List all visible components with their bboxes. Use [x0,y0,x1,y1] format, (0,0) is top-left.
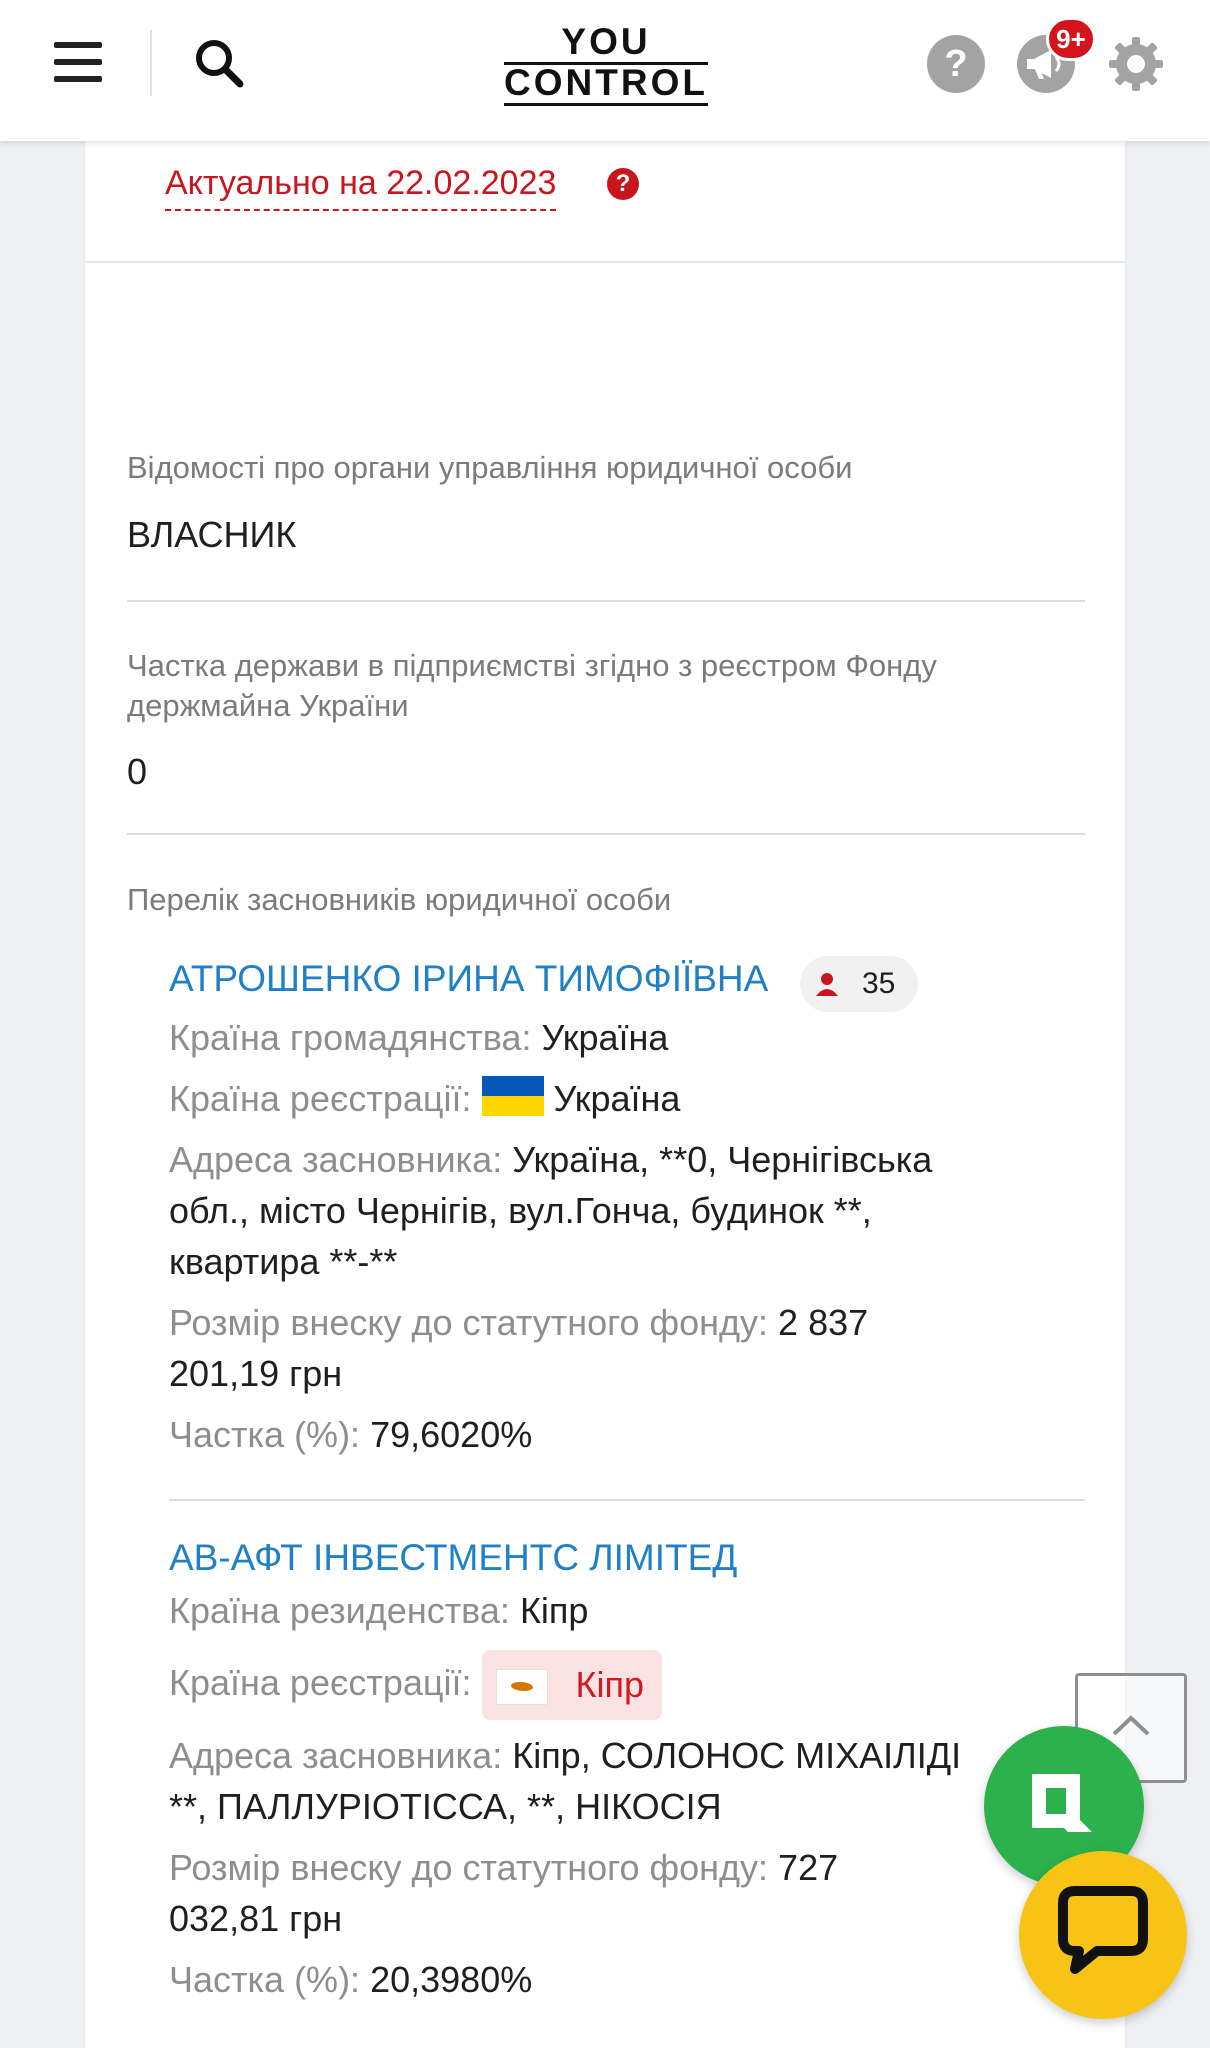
notifications-badge[interactable]: 9+ [1046,17,1096,61]
contribution-key: Розмір внеску до статутного фонду: [169,1302,769,1343]
state-share-value: 0 [127,751,148,792]
share-key: Частка (%): [169,1414,361,1455]
help-glyph: ? [944,43,968,85]
gear-icon[interactable] [1107,35,1165,93]
menu-bar [54,59,102,65]
share-value: 20,3980% [370,1959,533,2000]
residence-key: Країна резиденства: [169,1590,510,1631]
header-divider [150,30,152,96]
contribution-key: Розмір внеску до статутного фонду: [169,1847,769,1888]
ukraine-flag-icon [481,1076,544,1116]
registration-key: Країна реєстрації: [169,1078,472,1119]
registration-row: Країна реєстрації: Кіпр [169,1646,1069,1721]
menu-icon[interactable] [50,38,110,86]
management-label: Відомості про органи управління юридично… [127,450,853,485]
share-value: 79,6020% [370,1414,533,1455]
help-icon[interactable]: ? [607,168,639,200]
address-row: Адреса засновника: Кіпр, СОЛОНОС МІХАІЛІ… [169,1730,1069,1781]
share-row: Частка (%): 79,6020% [169,1409,1069,1460]
menu-bar [54,42,102,48]
search-icon[interactable] [190,34,250,94]
person-count: 35 [862,967,896,1000]
contribution-row: Розмір внеску до статутного фонду: 2 837 [169,1297,1069,1348]
youcontrol-logo[interactable]: YOU CONTROL [500,21,712,106]
citizenship-value: Україна [541,1017,669,1058]
founders-label: Перелік засновників юридичної особи [127,882,672,917]
contribution-row: Розмір внеску до статутного фонду: 727 [169,1842,1069,1893]
cyprus-flag-icon [495,1669,548,1706]
person-count-badge[interactable]: 35 [800,956,918,1012]
share-key: Частка (%): [169,1959,361,2000]
registration-key: Країна реєстрації: [169,1662,472,1703]
app-header: YOU CONTROL ? 9+ [0,0,1210,141]
founder-item: АВ-АФТ ІНВЕСТМЕНТС ЛІМІТЕД Країна резиде… [169,1535,1069,2005]
actual-date-link[interactable]: Актуально на 22.02.2023 [165,161,557,211]
country-chip[interactable]: Кіпр [481,1650,662,1721]
contribution-row-cont: 201,19 грн [169,1353,343,1394]
registration-value: Кіпр [575,1664,644,1706]
contribution-value: 727 [778,1847,839,1888]
menu-bar [54,76,102,82]
company-details-card: Відомості про органи управління юридично… [85,263,1125,2048]
status-card: Актуально на 22.02.2023 ? [85,141,1125,261]
founder-details: Країна громадянства: Україна Країна реєс… [169,1012,1069,1460]
divider [169,1499,1085,1501]
state-share-label: держмайна України [127,688,409,723]
founder-name-link[interactable]: АТРОШЕНКО ІРИНА ТИМОФІЇВНА [169,956,1069,1002]
logo-line [504,103,708,106]
citizenship-key: Країна громадянства: [169,1017,532,1058]
logo-top-text: YOU [561,21,651,62]
divider [127,600,1085,602]
founder-name-link[interactable]: АВ-АФТ ІНВЕСТМЕНТС ЛІМІТЕД [169,1535,1069,1581]
chat-button[interactable] [1019,1851,1187,2019]
contribution-value: 2 837 [778,1302,869,1343]
chat-icon [1058,1886,1148,1974]
residence-value: Кіпр [519,1590,589,1631]
logo-bottom-text: CONTROL [504,62,708,103]
residence-row: Країна резиденства: Кіпр [169,1585,1069,1636]
state-share-label: Частка держави в підприємстві згідно з р… [127,648,937,683]
person-icon [816,973,838,996]
registration-value: Україна [553,1078,681,1119]
address-key: Адреса засновника: [169,1735,503,1776]
divider [127,833,1085,835]
help-icon[interactable]: ? [927,35,985,93]
address-row-cont: **, ПАЛЛУРІОТІССА, **, НІКОСІЯ [169,1786,722,1827]
address-value: Кіпр, СОЛОНОС МІХАІЛІДІ [512,1735,962,1776]
registration-row: Країна реєстрації: Україна [169,1073,1069,1124]
address-value: Україна, **0, Чернігівська [512,1139,933,1180]
address-row-cont: обл., місто Чернігів, вул.Гонча, будинок… [169,1190,872,1231]
address-row: Адреса засновника: Україна, **0, Чернігі… [169,1134,1069,1185]
founder-item: АТРОШЕНКО ІРИНА ТИМОФІЇВНА [169,956,1069,1002]
address-key: Адреса засновника: [169,1139,503,1180]
share-row: Частка (%): 20,3980% [169,1954,1069,2005]
address-row-cont: квартира **-** [169,1241,398,1282]
citizenship-row: Країна громадянства: Україна [169,1012,1069,1063]
contribution-row-cont: 032,81 грн [169,1898,343,1939]
management-value: ВЛАСНИК [127,514,297,555]
